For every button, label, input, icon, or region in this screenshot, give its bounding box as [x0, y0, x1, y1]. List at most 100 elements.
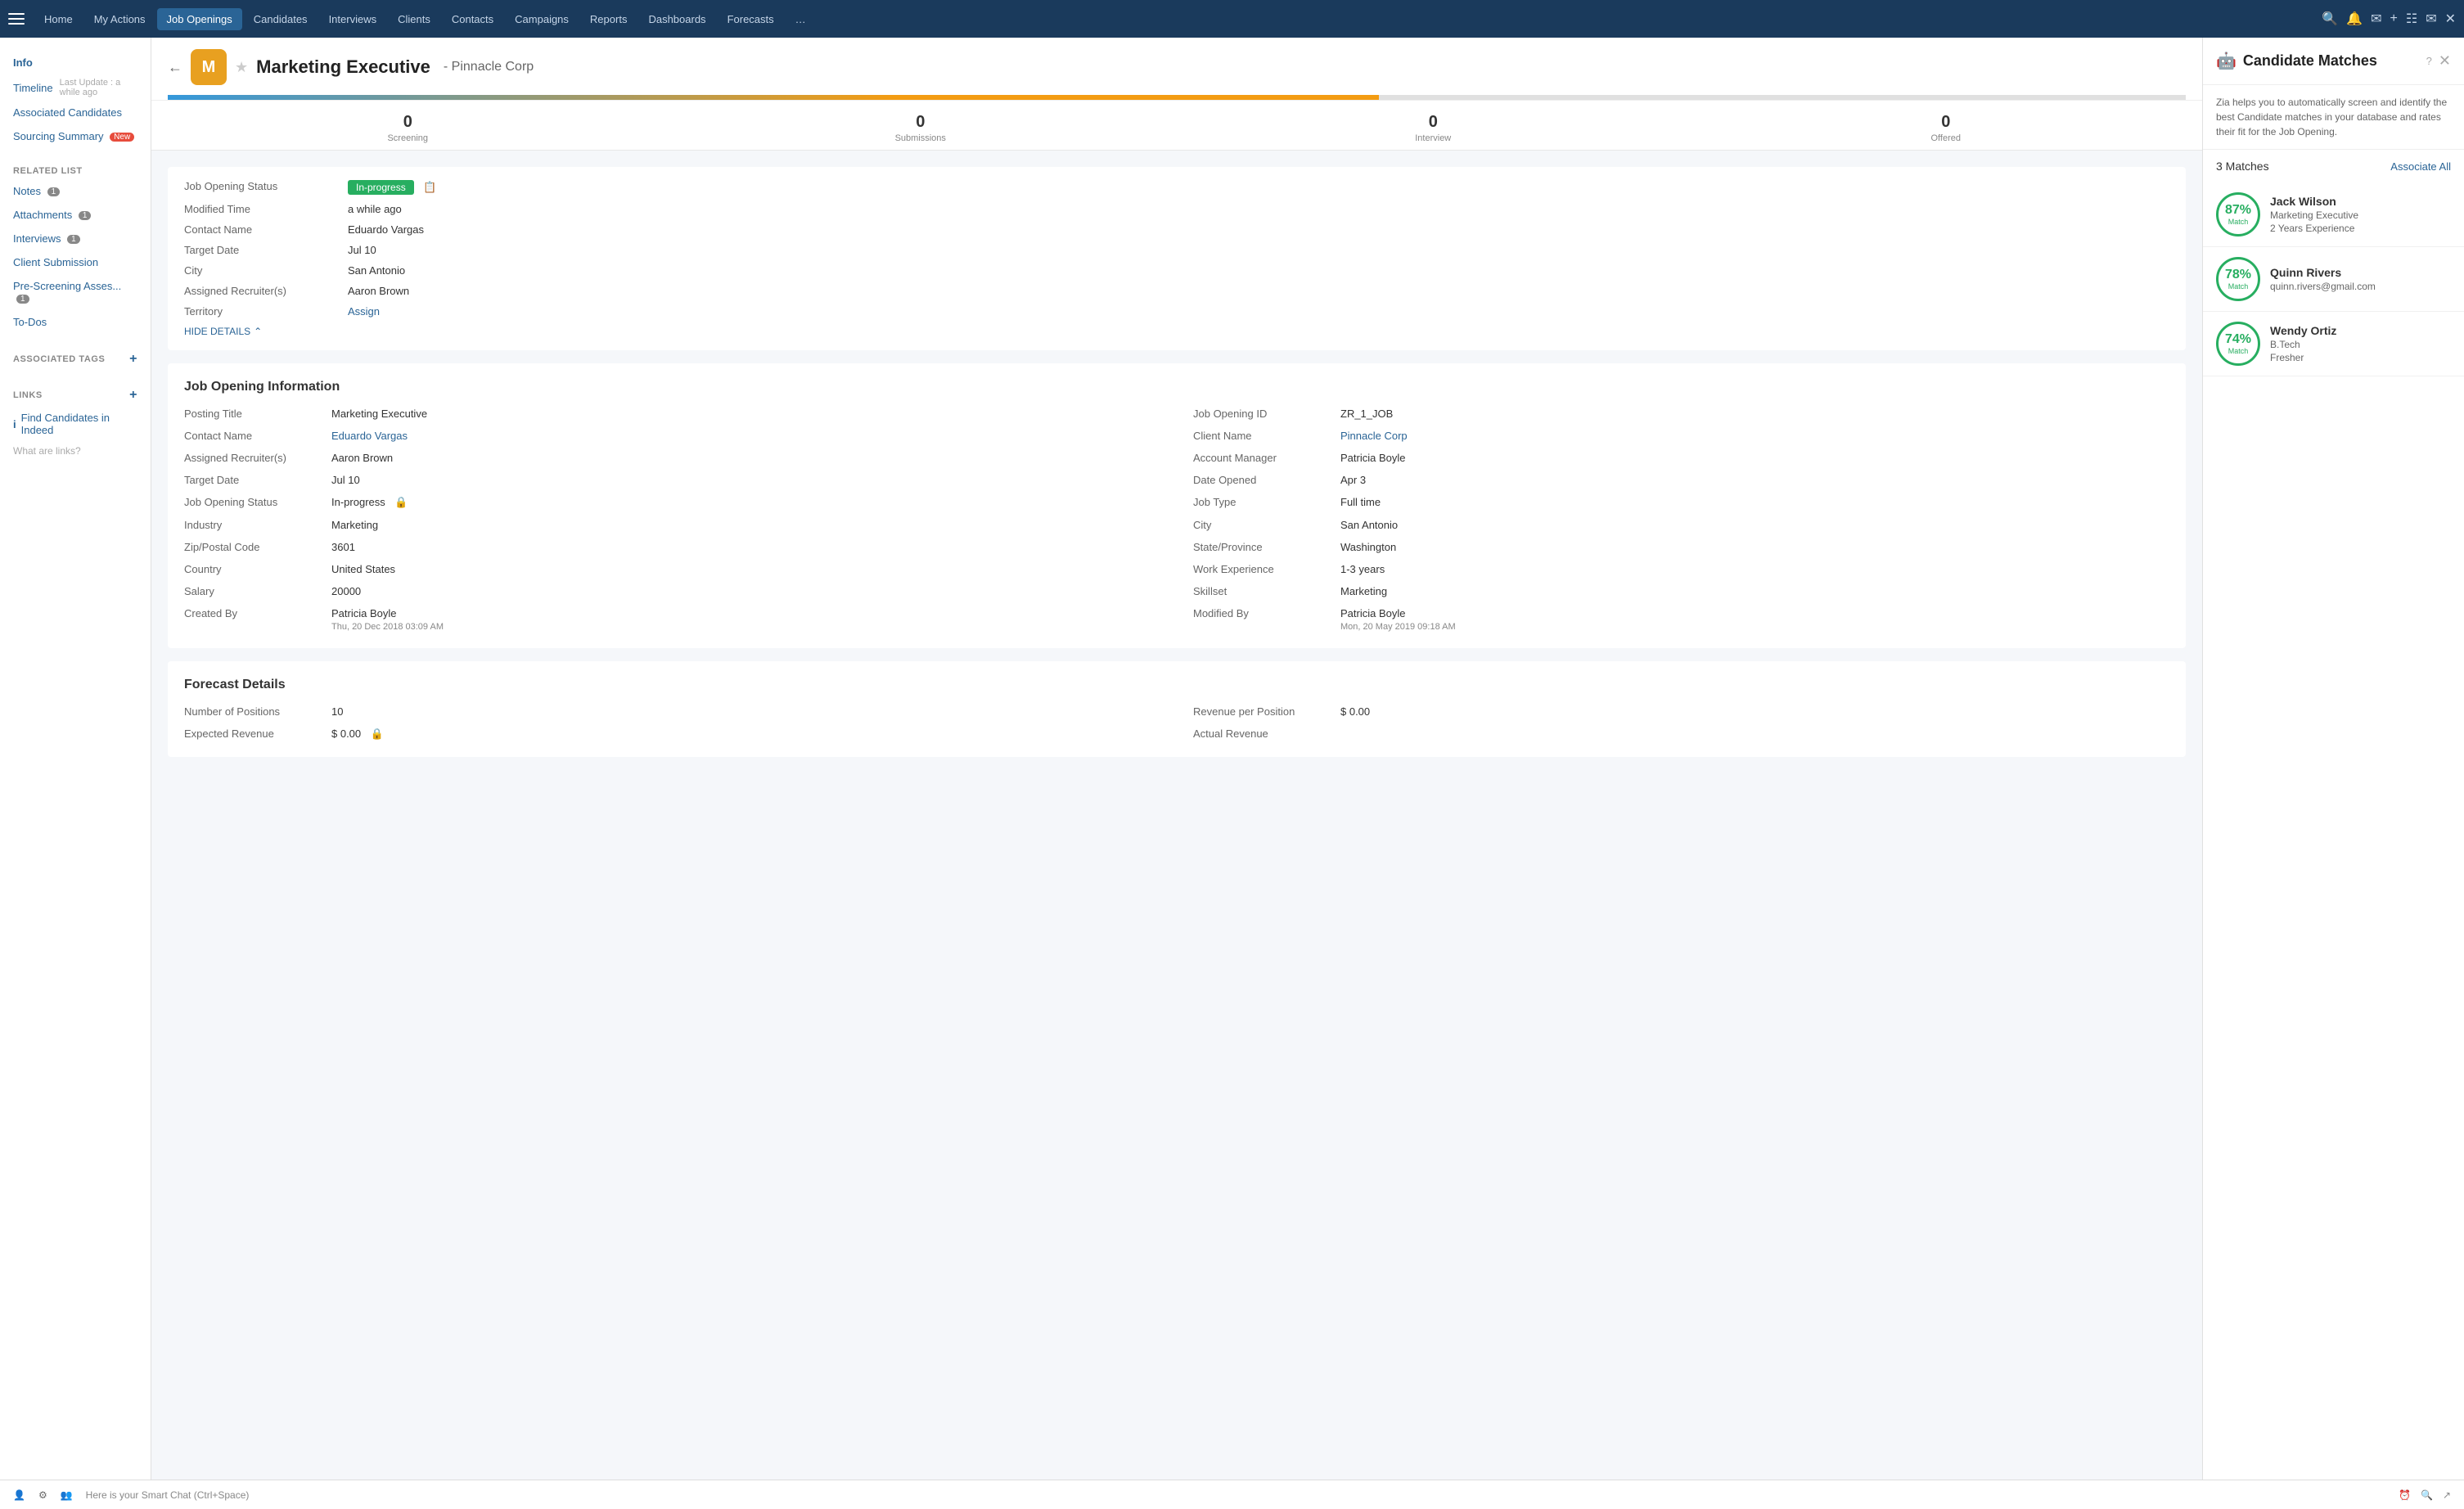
attachments-badge: 1: [79, 211, 92, 220]
info-row-contact: Contact Name Eduardo Vargas: [184, 223, 2169, 236]
sidebar-item-find-candidates[interactable]: i Find Candidates in Indeed: [0, 406, 151, 442]
territory-assign-link[interactable]: Assign: [348, 305, 380, 318]
match-detail-0a: Marketing Executive: [2270, 209, 2451, 221]
nav-my-actions[interactable]: My Actions: [84, 8, 155, 30]
hamburger-menu[interactable]: [8, 13, 25, 25]
sidebar-item-notes[interactable]: Notes 1: [0, 179, 151, 203]
progress-strip: [168, 95, 2186, 100]
pre-screening-badge: 1: [16, 295, 29, 304]
main-content: ← M ★ Marketing Executive - Pinnacle Cor…: [151, 38, 2202, 1509]
nav-dashboards[interactable]: Dashboards: [638, 8, 715, 30]
match-percent-2: 74%: [2225, 332, 2251, 347]
add-tag-button[interactable]: +: [129, 352, 137, 367]
form-row-skillset: Skillset Marketing: [1193, 585, 2169, 597]
hide-details-button[interactable]: HIDE DETAILS ⌃: [184, 326, 2169, 337]
add-link-button[interactable]: +: [129, 388, 137, 403]
clock-icon[interactable]: ⏰: [2399, 1489, 2411, 1501]
job-info-grid: Posting Title Marketing Executive Job Op…: [184, 408, 2169, 632]
timeline-update: Last Update : a while ago: [60, 78, 137, 97]
match-detail-2b: Fresher: [2270, 352, 2451, 363]
back-button[interactable]: ←: [168, 59, 182, 76]
app-layout: Info Timeline Last Update : a while ago …: [0, 38, 2464, 1509]
nav-candidates[interactable]: Candidates: [244, 8, 318, 30]
stage-submissions-count: 0: [671, 113, 1171, 132]
nav-items: Home My Actions Job Openings Candidates …: [34, 8, 2318, 30]
record-client: - Pinnacle Corp: [444, 60, 534, 74]
form-row-revenue-per-position: Revenue per Position $ 0.00: [1193, 705, 2169, 718]
mail-icon[interactable]: ✉: [2426, 11, 2436, 27]
sidebar-section-main: Info Timeline Last Update : a while ago …: [0, 46, 151, 153]
nav-interviews[interactable]: Interviews: [319, 8, 387, 30]
people-icon: 👤: [13, 1489, 25, 1501]
quick-info-card: Job Opening Status In-progress 📋 Modifie…: [168, 167, 2186, 350]
search-bottom-icon[interactable]: 🔍: [2421, 1489, 2433, 1501]
detail-body: Job Opening Status In-progress 📋 Modifie…: [151, 151, 2202, 786]
sidebar-item-pre-screening[interactable]: Pre-Screening Asses... 1: [0, 274, 151, 310]
nav-contacts[interactable]: Contacts: [442, 8, 503, 30]
expand-icon[interactable]: ↗: [2443, 1489, 2451, 1501]
copy-icon[interactable]: 📋: [423, 181, 436, 193]
match-percent-1: 78%: [2225, 268, 2251, 282]
panel-header: 🤖 Candidate Matches ? ✕: [2203, 38, 2464, 85]
smart-chat-label: Here is your Smart Chat (Ctrl+Space): [86, 1489, 250, 1501]
close-nav-icon[interactable]: ✕: [2445, 11, 2456, 27]
panel-close-button[interactable]: ✕: [2439, 52, 2451, 70]
stage-offered[interactable]: 0 Offered: [1690, 101, 2203, 150]
notes-badge: 1: [47, 187, 61, 196]
match-circle-2: 74% Match: [2216, 322, 2260, 366]
form-row-industry: Industry Marketing: [184, 519, 1160, 531]
recruiter-label: Assigned Recruiter(s): [184, 285, 348, 297]
panel-help-icon[interactable]: ?: [2426, 55, 2432, 67]
target-date-value: Jul 10: [348, 244, 376, 256]
nav-reports[interactable]: Reports: [580, 8, 637, 30]
nav-home[interactable]: Home: [34, 8, 83, 30]
match-name-0[interactable]: Jack Wilson: [2270, 195, 2451, 208]
sidebar-item-sourcing-summary[interactable]: Sourcing Summary New: [0, 124, 151, 148]
chevron-up-icon: ⌃: [254, 326, 262, 337]
sidebar-timeline-row: Timeline Last Update : a while ago: [0, 74, 151, 101]
search-icon[interactable]: 🔍: [2322, 11, 2338, 27]
add-icon[interactable]: +: [2390, 11, 2398, 26]
sidebar-item-info[interactable]: Info: [0, 51, 151, 74]
panel-title: Candidate Matches: [2243, 52, 2420, 70]
settings-icon: ⚙: [38, 1489, 47, 1501]
favorite-star[interactable]: ★: [235, 59, 248, 76]
sidebar-item-timeline[interactable]: Timeline: [13, 82, 53, 94]
nav-campaigns[interactable]: Campaigns: [505, 8, 579, 30]
sidebar-item-client-submission[interactable]: Client Submission: [0, 250, 151, 274]
stage-screening[interactable]: 0 Screening: [151, 101, 664, 150]
nav-forecasts[interactable]: Forecasts: [718, 8, 784, 30]
stage-interview-label: Interview: [1183, 133, 1683, 143]
match-circle-0: 87% Match: [2216, 192, 2260, 236]
form-row-salary: Salary 20000: [184, 585, 1160, 597]
sidebar-item-todos[interactable]: To-Dos: [0, 310, 151, 334]
stage-interview[interactable]: 0 Interview: [1177, 101, 1690, 150]
grid-icon[interactable]: ☷: [2406, 11, 2417, 27]
sidebar-item-interviews[interactable]: Interviews 1: [0, 227, 151, 250]
form-row-expected-revenue: Expected Revenue $ 0.00 🔒: [184, 727, 1160, 741]
form-row-zip: Zip/Postal Code 3601: [184, 541, 1160, 553]
match-name-1[interactable]: Quinn Rivers: [2270, 266, 2451, 279]
associate-all-button[interactable]: Associate All: [2390, 160, 2451, 173]
right-panel: 🤖 Candidate Matches ? ✕ Zia helps you to…: [2202, 38, 2464, 1509]
panel-description: Zia helps you to automatically screen an…: [2203, 85, 2464, 150]
nav-brand: [8, 13, 25, 25]
nav-more[interactable]: …: [786, 8, 816, 30]
contact-label: Contact Name: [184, 223, 348, 236]
sidebar-item-associated-candidates[interactable]: Associated Candidates: [0, 101, 151, 124]
match-name-2[interactable]: Wendy Ortiz: [2270, 324, 2451, 337]
sidebar-item-attachments[interactable]: Attachments 1: [0, 203, 151, 227]
bell-icon[interactable]: ✉: [2371, 11, 2381, 27]
matches-count: 3 Matches: [2216, 160, 2269, 173]
info-row-city: City San Antonio: [184, 264, 2169, 277]
form-row-num-positions: Number of Positions 10: [184, 705, 1160, 718]
sidebar-section-links: LINKS + i Find Candidates in Indeed What…: [0, 375, 151, 465]
form-row-created-by: Created By Patricia BoyleThu, 20 Dec 201…: [184, 607, 1160, 632]
job-info-title: Job Opening Information: [184, 380, 2169, 394]
sidebar: Info Timeline Last Update : a while ago …: [0, 38, 151, 1509]
stage-submissions[interactable]: 0 Submissions: [664, 101, 1178, 150]
nav-clients[interactable]: Clients: [388, 8, 440, 30]
nav-job-openings[interactable]: Job Openings: [157, 8, 242, 30]
indeed-icon: i: [13, 418, 16, 430]
notifications-icon[interactable]: 🔔: [2346, 11, 2363, 27]
